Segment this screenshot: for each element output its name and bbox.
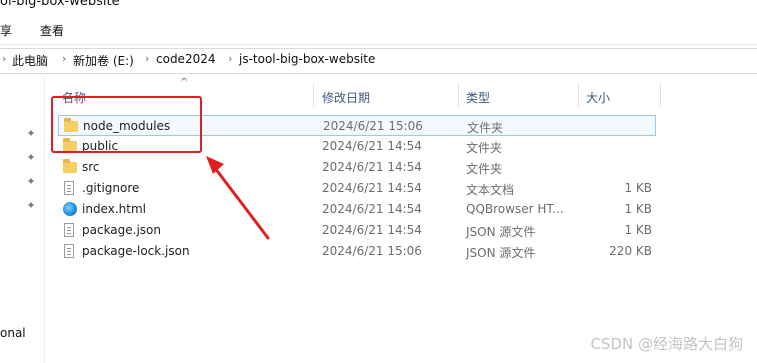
column-header-type[interactable]: 类型	[466, 89, 490, 107]
file-name: package.json	[82, 223, 162, 237]
file-name: index.html	[82, 202, 146, 216]
file-size: 220 KB	[609, 244, 652, 258]
file-date: 2024/6/21 14:54	[322, 202, 422, 216]
file-date: 2024/6/21 14:54	[322, 139, 422, 153]
file-name: .gitignore	[82, 181, 140, 195]
pin-icon[interactable]: ✦	[25, 128, 37, 140]
column-header-date[interactable]: 修改日期	[322, 89, 370, 107]
file-date: 2024/6/21 14:54	[322, 160, 422, 174]
file-size: 1 KB	[624, 223, 652, 237]
json-file-icon	[64, 223, 74, 237]
breadcrumb-current-folder[interactable]: js-tool-big-box-website	[239, 52, 375, 66]
sort-ascending-icon: ^	[180, 77, 189, 88]
file-type: 文件夹	[466, 141, 503, 155]
nav-item-label[interactable]: onal	[0, 326, 26, 340]
file-type: 文件夹	[467, 121, 504, 135]
chevron-right-icon[interactable]: ›	[62, 52, 66, 65]
window-title: ol-big-box-website	[0, 0, 120, 9]
browser-icon	[63, 202, 77, 216]
annotation-highlight-box	[51, 96, 202, 153]
column-divider[interactable]	[313, 83, 314, 107]
file-name: src	[82, 160, 100, 174]
pane-divider[interactable]	[44, 75, 45, 363]
file-type: 文件夹	[466, 162, 503, 176]
navigation-pane	[0, 75, 44, 363]
file-type: QQBrowser HT...	[466, 202, 564, 216]
file-type: 文本文档	[466, 183, 515, 197]
file-type: JSON 源文件	[466, 225, 536, 239]
folder-icon	[63, 159, 77, 173]
table-row[interactable]: package-lock.json 2024/6/21 15:06 JSON 源…	[58, 241, 656, 262]
column-header-size[interactable]: 大小	[586, 89, 610, 107]
breadcrumb-this-pc[interactable]: 此电脑	[12, 52, 48, 69]
pin-icon[interactable]: ✦	[25, 200, 37, 212]
file-name: package-lock.json	[82, 244, 190, 258]
file-size: 1 KB	[624, 181, 652, 195]
text-file-icon	[64, 181, 74, 195]
file-date: 2024/6/21 14:54	[322, 223, 422, 237]
table-row[interactable]: index.html 2024/6/21 14:54 QQBrowser HT.…	[58, 199, 656, 220]
column-divider[interactable]	[578, 83, 579, 107]
table-row[interactable]: package.json 2024/6/21 14:54 JSON 源文件 1 …	[58, 220, 656, 241]
ribbon-tab-share[interactable]: 享	[0, 22, 12, 39]
column-divider[interactable]	[660, 83, 661, 107]
annotation-arrow-icon	[206, 156, 270, 240]
table-row[interactable]: src 2024/6/21 14:54 文件夹	[58, 157, 656, 178]
column-divider[interactable]	[458, 83, 459, 107]
file-date: 2024/6/21 15:06	[323, 119, 423, 133]
breadcrumb-drive-e[interactable]: 新加卷 (E:)	[73, 52, 134, 69]
chevron-right-icon: ›	[2, 52, 7, 65]
file-size: 1 KB	[624, 202, 652, 216]
watermark: CSDN @经海路大白狗	[590, 335, 743, 353]
pin-icon[interactable]: ✦	[25, 176, 37, 188]
file-type: JSON 源文件	[466, 246, 536, 260]
ribbon-tab-view[interactable]: 查看	[40, 22, 64, 39]
table-row[interactable]: .gitignore 2024/6/21 14:54 文本文档 1 KB	[58, 178, 656, 199]
breadcrumb-code2024[interactable]: code2024	[156, 52, 215, 66]
file-date: 2024/6/21 14:54	[322, 181, 422, 195]
ribbon-divider	[0, 44, 757, 45]
pin-icon[interactable]: ✦	[25, 152, 37, 164]
json-file-icon	[64, 244, 74, 258]
file-date: 2024/6/21 15:06	[322, 244, 422, 258]
chevron-right-icon[interactable]: ›	[228, 52, 232, 65]
chevron-right-icon[interactable]: ›	[145, 52, 149, 65]
